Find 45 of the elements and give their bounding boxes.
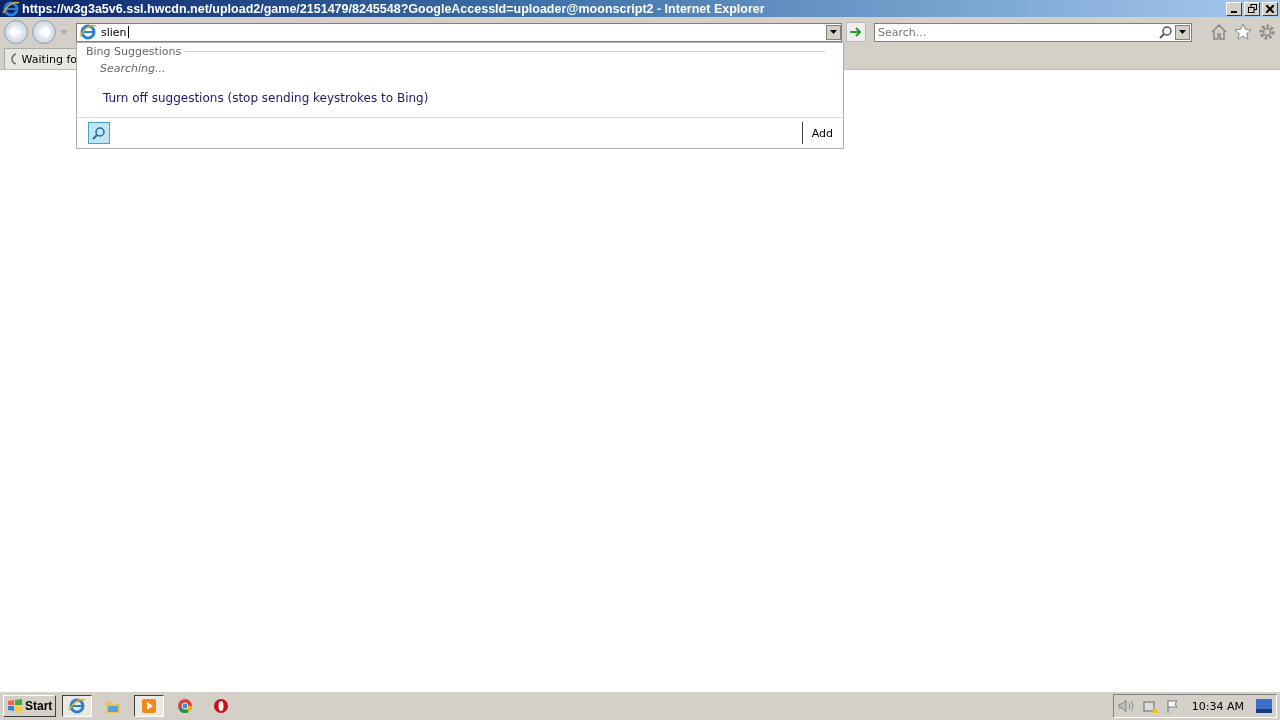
media-player-icon bbox=[141, 698, 158, 714]
restore-icon bbox=[1247, 4, 1257, 13]
turn-off-link[interactable]: Turn off suggestions (stop sending keystrokes to Bing) bbox=[77, 75, 429, 105]
search-provider-button[interactable] bbox=[88, 122, 110, 144]
flag-icon[interactable] bbox=[1165, 699, 1180, 713]
start-button[interactable]: Start bbox=[3, 695, 57, 717]
minimize-button[interactable] bbox=[1226, 1, 1242, 16]
browser-icon bbox=[79, 23, 97, 41]
arrow-icon bbox=[9, 26, 23, 38]
star-icon[interactable] bbox=[1234, 23, 1252, 41]
caret-icon bbox=[1179, 30, 1186, 34]
forward-button[interactable] bbox=[32, 20, 56, 44]
chrome-icon bbox=[177, 698, 194, 714]
browser-icon bbox=[68, 697, 87, 715]
text-cursor bbox=[127, 26, 129, 38]
opera-icon bbox=[213, 698, 230, 714]
close-button[interactable] bbox=[1262, 1, 1278, 16]
back-button[interactable] bbox=[4, 20, 28, 44]
taskbar-button[interactable] bbox=[62, 695, 93, 717]
search-icon bbox=[92, 126, 106, 140]
close-icon bbox=[1266, 4, 1274, 13]
windows-logo-icon bbox=[7, 699, 23, 713]
minimize-icon bbox=[1231, 10, 1237, 13]
address-field[interactable]: slien bbox=[76, 22, 842, 42]
search-icon[interactable] bbox=[1159, 25, 1173, 39]
settings-icon[interactable] bbox=[1258, 23, 1276, 41]
add-button[interactable]: Add bbox=[801, 122, 843, 144]
dropdown-button[interactable] bbox=[826, 24, 841, 40]
home-icon[interactable] bbox=[1210, 23, 1228, 41]
restore-button[interactable] bbox=[1244, 1, 1260, 16]
clock[interactable]: 10:34 AM bbox=[1191, 699, 1244, 713]
window-title: https://w3g3a5v6.ssl.hwcdn.net/upload2/game/2151479/8245548?GoogleAccessId=uploader@moonscript2 - Internet Explorer bbox=[22, 1, 766, 16]
arrow-icon bbox=[850, 27, 862, 37]
speaker-icon[interactable] bbox=[1117, 699, 1134, 713]
network-warning-icon[interactable] bbox=[1141, 698, 1158, 714]
caret-icon bbox=[830, 30, 837, 34]
loading-icon bbox=[11, 53, 16, 65]
go-button[interactable] bbox=[846, 22, 866, 42]
show-desktop-icon[interactable] bbox=[1256, 699, 1272, 713]
arrow-icon bbox=[37, 26, 51, 38]
status-text: Searching... bbox=[99, 61, 167, 75]
browser-icon bbox=[2, 0, 20, 18]
search-field[interactable]: Search... bbox=[874, 22, 1192, 42]
section-heading: Bing Suggestions bbox=[86, 45, 182, 58]
taskbar-button[interactable] bbox=[134, 695, 165, 717]
